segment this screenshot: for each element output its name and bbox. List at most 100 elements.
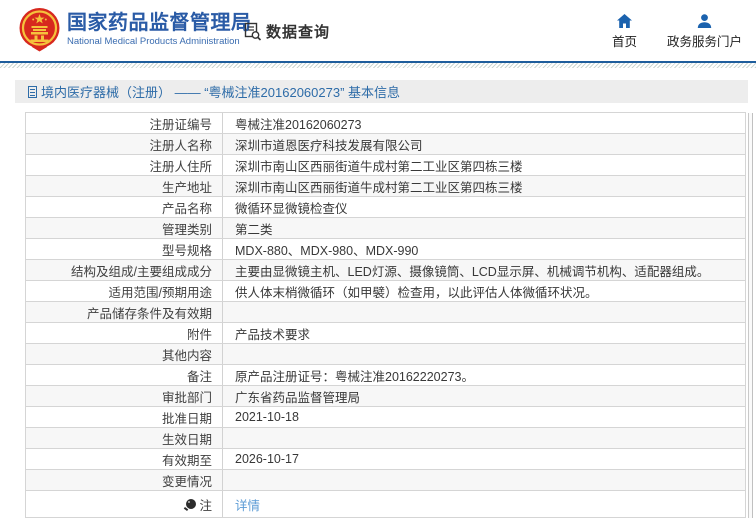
row-label-text: 产品储存条件及有效期 xyxy=(86,306,212,321)
row-value: 原产品注册证号：粤械注准20162220273。 xyxy=(235,369,474,384)
row-label: 有效期至 xyxy=(26,449,223,469)
row-label: 审批部门 xyxy=(26,386,223,406)
row-value: MDX-880、MDX-980、MDX-990 xyxy=(235,243,419,258)
row-value: 第二类 xyxy=(235,222,273,237)
table-row: 管理类别 第二类 xyxy=(26,218,745,239)
table-row: 产品名称 微循环显微镜检查仪 xyxy=(26,197,745,218)
nav-item-portal[interactable]: 政务服务门户 xyxy=(667,14,742,50)
breadcrumb: 境内医疗器械（注册） —— “粤械注准20162060273” 基本信息 xyxy=(15,80,748,103)
row-label: 生效日期 xyxy=(26,428,223,448)
row-label-text: 审批部门 xyxy=(161,390,212,405)
info-table: 注册证编号 粤械注准20162060273 注册人名称 深圳市道恩医疗科技发展有限公司… xyxy=(25,112,753,518)
table-row: 适用范围/预期用途 供人体末梢微循环（如甲襞）检查用，以此评估人体微循环状况。 xyxy=(26,281,745,302)
national-emblem-icon xyxy=(19,8,60,52)
row-value: 2026-10-17 xyxy=(235,452,299,466)
row-label-text: 附件 xyxy=(186,327,212,342)
row-label: 备注 xyxy=(26,365,223,385)
row-label: 注册证编号 xyxy=(26,113,223,133)
row-value: 2021-10-18 xyxy=(235,410,299,424)
table-row: 注册人住所 深圳市南山区西丽街道牛成村第二工业区第四栋三楼 xyxy=(26,155,745,176)
table-row: 备注 原产品注册证号：粤械注准20162220273。 xyxy=(26,365,745,386)
row-label-text: 结构及组成/主要组成成分 xyxy=(71,264,212,279)
row-label-text: 注册人住所 xyxy=(149,159,212,174)
row-label-text: 管理类别 xyxy=(161,222,212,237)
row-label: 适用范围/预期用途 xyxy=(26,281,223,301)
note-icon xyxy=(186,499,197,509)
row-value: 深圳市南山区西丽街道牛成村第二工业区第四栋三楼 xyxy=(235,159,523,174)
row-label-text: 型号规格 xyxy=(161,243,212,258)
document-search-icon xyxy=(244,22,262,41)
row-label: 变更情况 xyxy=(26,470,223,490)
site-title-block: 国家药品监督管理局 National Medical Products Admi… xyxy=(67,11,252,48)
data-query-label: 数据查询 xyxy=(266,24,331,41)
table-row: 产品储存条件及有效期 xyxy=(26,302,745,323)
row-label: 管理类别 xyxy=(26,218,223,238)
home-icon xyxy=(616,14,632,28)
header-hatch-strip xyxy=(0,63,756,68)
row-value: 供人体末梢微循环（如甲襞）检查用，以此评估人体微循环状况。 xyxy=(235,285,598,300)
top-nav: 首页 政务服务门户 xyxy=(612,14,742,50)
row-value: 详情 xyxy=(223,491,745,517)
row-value: 深圳市南山区西丽街道牛成村第二工业区第四栋三楼 xyxy=(235,180,523,195)
table-row: 注 详情 xyxy=(26,491,745,518)
row-label-text: 注 xyxy=(199,498,212,513)
row-label: 产品名称 xyxy=(26,197,223,217)
table-row: 附件 产品技术要求 xyxy=(26,323,745,344)
row-value xyxy=(223,470,745,490)
table-row: 变更情况 xyxy=(26,470,745,491)
row-value: 主要由显微镜主机、LED灯源、摄像镜筒、LCD显示屏、机械调节机构、适配器组成。 xyxy=(235,264,710,279)
table-row: 注册证编号 粤械注准20162060273 xyxy=(26,113,745,134)
row-value xyxy=(223,302,745,322)
row-label: 其他内容 xyxy=(26,344,223,364)
user-icon xyxy=(697,14,712,28)
table-row: 型号规格 MDX-880、MDX-980、MDX-990 xyxy=(26,239,745,260)
row-label: 结构及组成/主要组成成分 xyxy=(26,260,223,280)
table-row: 有效期至 2026-10-17 xyxy=(26,449,745,470)
nav-label-portal: 政务服务门户 xyxy=(666,35,742,49)
row-label-text: 备注 xyxy=(186,369,212,384)
row-label-text: 批准日期 xyxy=(161,411,212,426)
row-label-text: 适用范围/预期用途 xyxy=(108,285,212,300)
data-query-nav[interactable]: 数据查询 xyxy=(243,21,330,42)
row-label-text: 注册证编号 xyxy=(149,117,212,132)
row-label-text: 变更情况 xyxy=(161,474,212,489)
row-label-text: 有效期至 xyxy=(161,453,212,468)
table-row: 生效日期 xyxy=(26,428,745,449)
table-row: 批准日期 2021-10-18 xyxy=(26,407,745,428)
row-label-text: 生效日期 xyxy=(161,432,212,447)
row-value: 广东省药品监督管理局 xyxy=(235,390,361,405)
row-value xyxy=(223,428,745,448)
nav-item-home[interactable]: 首页 xyxy=(612,14,637,50)
nav-label-home: 首页 xyxy=(611,35,637,49)
row-value: 产品技术要求 xyxy=(235,327,311,342)
row-label: 注册人名称 xyxy=(26,134,223,154)
row-value: 微循环显微镜检查仪 xyxy=(235,201,348,216)
row-label-text: 注册人名称 xyxy=(149,138,212,153)
detail-link[interactable]: 详情 xyxy=(235,495,260,514)
row-label: 型号规格 xyxy=(26,239,223,259)
table-row: 审批部门 广东省药品监督管理局 xyxy=(26,386,745,407)
table-row: 注册人名称 深圳市道恩医疗科技发展有限公司 xyxy=(26,134,745,155)
row-label-text: 生产地址 xyxy=(161,180,212,195)
scrollbar[interactable] xyxy=(748,113,753,518)
row-label: 注册人住所 xyxy=(26,155,223,175)
table-row: 生产地址 深圳市南山区西丽街道牛成村第二工业区第四栋三楼 xyxy=(26,176,745,197)
row-value: 粤械注准20162060273 xyxy=(235,117,362,132)
table-row: 其他内容 xyxy=(26,344,745,365)
row-label-text: 其他内容 xyxy=(161,348,212,363)
row-label: 注 xyxy=(26,491,223,517)
row-value: 深圳市道恩医疗科技发展有限公司 xyxy=(235,138,423,153)
row-label: 附件 xyxy=(26,323,223,343)
row-label: 产品储存条件及有效期 xyxy=(26,302,223,322)
row-label: 生产地址 xyxy=(26,176,223,196)
row-label: 批准日期 xyxy=(26,407,223,427)
breadcrumb-text: 境内医疗器械（注册） —— “粤械注准20162060273” 基本信息 xyxy=(41,85,401,100)
page-icon xyxy=(28,85,37,98)
row-label-text: 产品名称 xyxy=(161,201,212,216)
row-value xyxy=(223,344,745,364)
site-subtitle: National Medical Products Administration xyxy=(67,36,240,47)
site-logo[interactable]: 国家药品监督管理局 National Medical Products Admi… xyxy=(19,7,252,52)
site-header: 国家药品监督管理局 National Medical Products Admi… xyxy=(0,0,756,61)
table-row: 结构及组成/主要组成成分 主要由显微镜主机、LED灯源、摄像镜筒、LCD显示屏、机… xyxy=(26,260,745,281)
site-title: 国家药品监督管理局 xyxy=(67,12,252,34)
